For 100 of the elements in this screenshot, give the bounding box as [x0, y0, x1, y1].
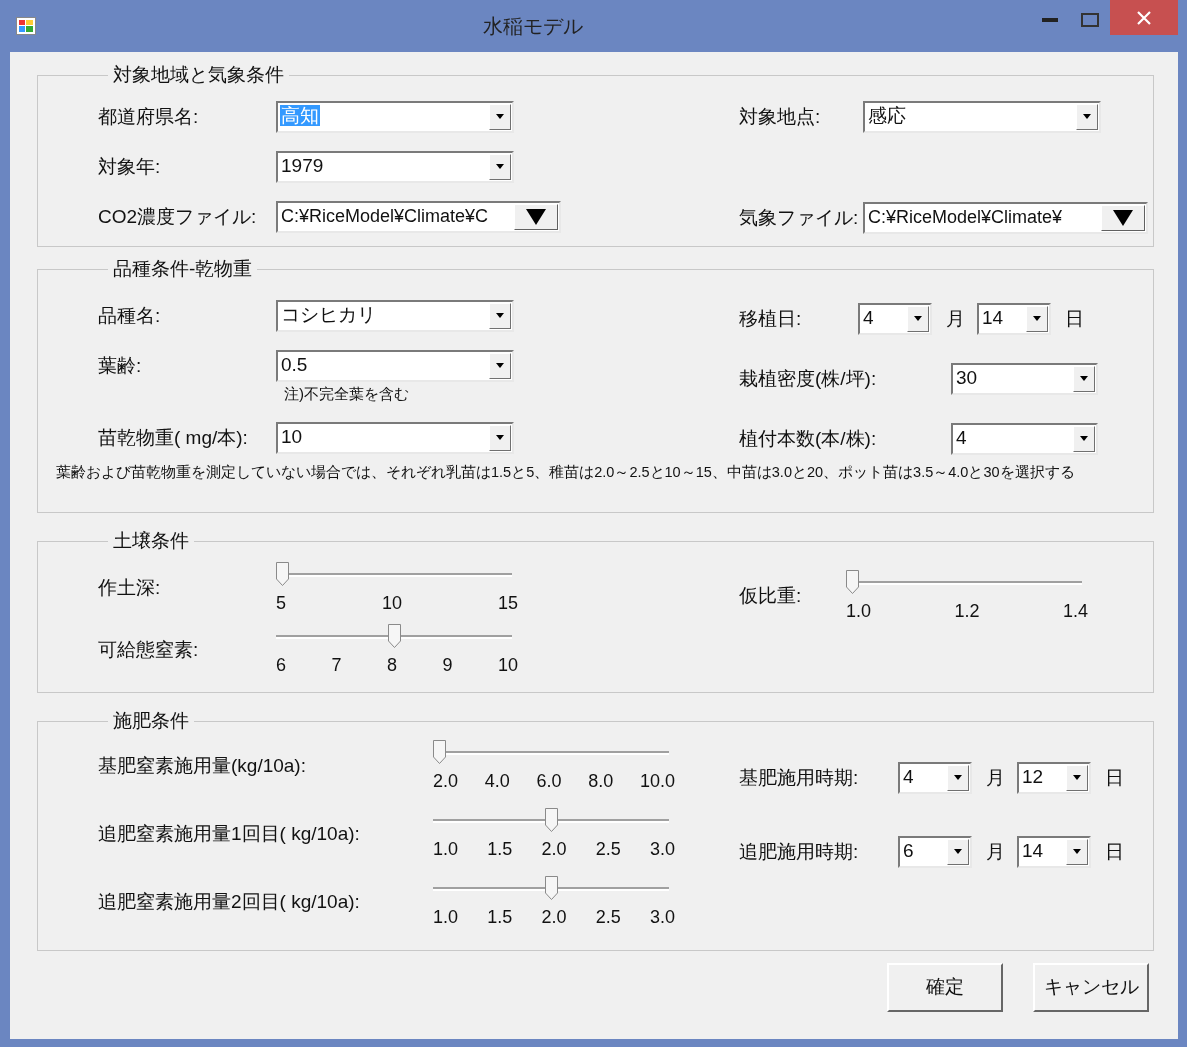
dropdown-field[interactable]: 10 — [276, 421, 514, 454]
dropdown-arrow-button[interactable] — [1073, 425, 1095, 452]
caret-icon — [914, 316, 922, 322]
dropdown-arrow-button[interactable] — [947, 764, 969, 791]
group-title: 施肥条件 — [112, 711, 190, 732]
slider-thumb[interactable] — [276, 561, 289, 586]
dialog-button[interactable]: キャンセル — [1033, 963, 1149, 1012]
field-label: 追肥窒素施用量2回目( kg/10a): — [98, 889, 361, 914]
field-label: 追肥窒素施用量1回目( kg/10a): — [98, 821, 361, 846]
tick-label: 1.5 — [487, 837, 513, 860]
unit-label: 月 — [986, 765, 1005, 790]
dropdown-field[interactable]: 14 — [1017, 835, 1091, 868]
tick-label: 2.0 — [541, 837, 567, 860]
unit-label: 日 — [1065, 306, 1084, 331]
dropdown-field[interactable]: 1979 — [276, 150, 514, 183]
dropdown-value: 14 — [981, 306, 1005, 328]
window-title: 水稲モデル — [482, 14, 584, 39]
dropdown-arrow-button[interactable] — [1066, 764, 1088, 791]
dropdown-arrow-button[interactable] — [1073, 365, 1095, 392]
field-label: CO2濃度ファイル: — [98, 204, 258, 229]
dropdown-arrow-button[interactable] — [1026, 305, 1048, 332]
dropdown-value: 14 — [1021, 839, 1045, 861]
dropdown-field[interactable]: 4 — [898, 761, 972, 794]
field-label: 作土深: — [98, 575, 162, 600]
dropdown-field[interactable]: 4 — [858, 302, 932, 335]
dropdown-field[interactable]: 14 — [977, 302, 1051, 335]
dropdown-value: 10 — [280, 425, 304, 447]
dropdown-field[interactable]: 6 — [898, 835, 972, 868]
caret-icon — [526, 208, 546, 225]
dropdown-arrow-button[interactable] — [489, 424, 511, 451]
dropdown-value: 4 — [955, 426, 968, 448]
caret-icon — [1073, 775, 1081, 781]
slider-thumb[interactable] — [846, 569, 859, 594]
unit-label: 日 — [1105, 839, 1124, 864]
field-label: 基肥窒素施用量(kg/10a): — [98, 753, 307, 778]
dropdown-value: 30 — [955, 366, 979, 388]
unit-label: 月 — [946, 306, 965, 331]
dropdown-field[interactable]: 感応 — [863, 100, 1101, 133]
tick-label: 2.0 — [433, 769, 459, 792]
dropdown-field[interactable]: 0.5 — [276, 349, 514, 382]
dropdown-arrow-button[interactable] — [489, 352, 511, 379]
dropdown-arrow-button[interactable] — [489, 103, 511, 130]
tick-label: 10.0 — [639, 769, 675, 792]
tick-label: 7 — [331, 653, 342, 676]
tick-label: 10 — [381, 591, 402, 614]
group-title: 品種条件-乾物重 — [112, 259, 254, 280]
tick-label: 15 — [497, 591, 518, 614]
field-label: 栽植密度(株/坪): — [739, 366, 878, 391]
field-label: 葉齢: — [98, 353, 143, 378]
tick-label: 1.0 — [846, 599, 872, 622]
dropdown-arrow-button[interactable] — [1076, 103, 1098, 130]
tick-label: 1.0 — [433, 837, 459, 860]
field-label: 移植日: — [739, 306, 803, 331]
dropdown-arrow-button[interactable] — [489, 302, 511, 329]
close-button[interactable] — [1110, 0, 1178, 35]
note-text: 注)不完全葉を含む — [284, 383, 410, 404]
slider-thumb[interactable] — [544, 807, 558, 832]
dropdown-field[interactable]: 12 — [1017, 761, 1091, 794]
slider-thumb[interactable] — [387, 623, 401, 648]
tick-label: 6 — [276, 653, 286, 676]
dropdown-arrow-button[interactable] — [1066, 838, 1088, 865]
caret-icon — [496, 164, 504, 170]
field-label: 品種名: — [98, 303, 162, 328]
caret-icon — [954, 775, 962, 781]
tick-label: 4.0 — [484, 769, 510, 792]
dialog-button[interactable]: 確定 — [887, 963, 1003, 1012]
dropdown-arrow-button[interactable] — [514, 203, 558, 230]
file-dropdown-field[interactable]: C:¥RiceModel¥Climate¥ — [863, 201, 1148, 234]
tick-label: 8.0 — [588, 769, 614, 792]
caret-icon — [1073, 849, 1081, 855]
slider-thumb[interactable] — [544, 875, 558, 900]
field-label: 対象地点: — [739, 104, 822, 129]
dropdown-field[interactable]: コシヒカリ — [276, 299, 514, 332]
tick-label: 2.0 — [541, 905, 567, 928]
dropdown-arrow-button[interactable] — [947, 838, 969, 865]
unit-label: 月 — [986, 839, 1005, 864]
dropdown-field[interactable]: 4 — [951, 422, 1098, 455]
caret-icon — [496, 363, 504, 369]
caret-icon — [496, 435, 504, 441]
caret-icon — [496, 313, 504, 319]
file-path-text: C:¥RiceModel¥Climate¥C — [280, 205, 490, 226]
dropdown-value: 12 — [1021, 765, 1045, 787]
file-dropdown-field[interactable]: C:¥RiceModel¥Climate¥C — [276, 200, 561, 233]
dropdown-arrow-button[interactable] — [489, 153, 511, 180]
dropdown-arrow-button[interactable] — [1101, 204, 1145, 231]
tick-label: 6.0 — [536, 769, 562, 792]
unit-label: 日 — [1105, 765, 1124, 790]
field-label: 基肥施用時期: — [739, 765, 860, 790]
caret-icon — [1083, 114, 1091, 120]
dropdown-value: 4 — [902, 765, 915, 787]
tick-label: 3.0 — [649, 905, 675, 928]
slider-thumb[interactable] — [433, 739, 446, 764]
field-label: 追肥施用時期: — [739, 839, 860, 864]
group-title: 対象地域と気象条件 — [112, 65, 285, 86]
tick-label: 10 — [497, 653, 518, 676]
dropdown-field[interactable]: 30 — [951, 362, 1098, 395]
caret-icon — [1080, 376, 1088, 382]
tick-label: 1.5 — [487, 905, 513, 928]
caret-icon — [1033, 316, 1041, 322]
dropdown-arrow-button[interactable] — [907, 305, 929, 332]
